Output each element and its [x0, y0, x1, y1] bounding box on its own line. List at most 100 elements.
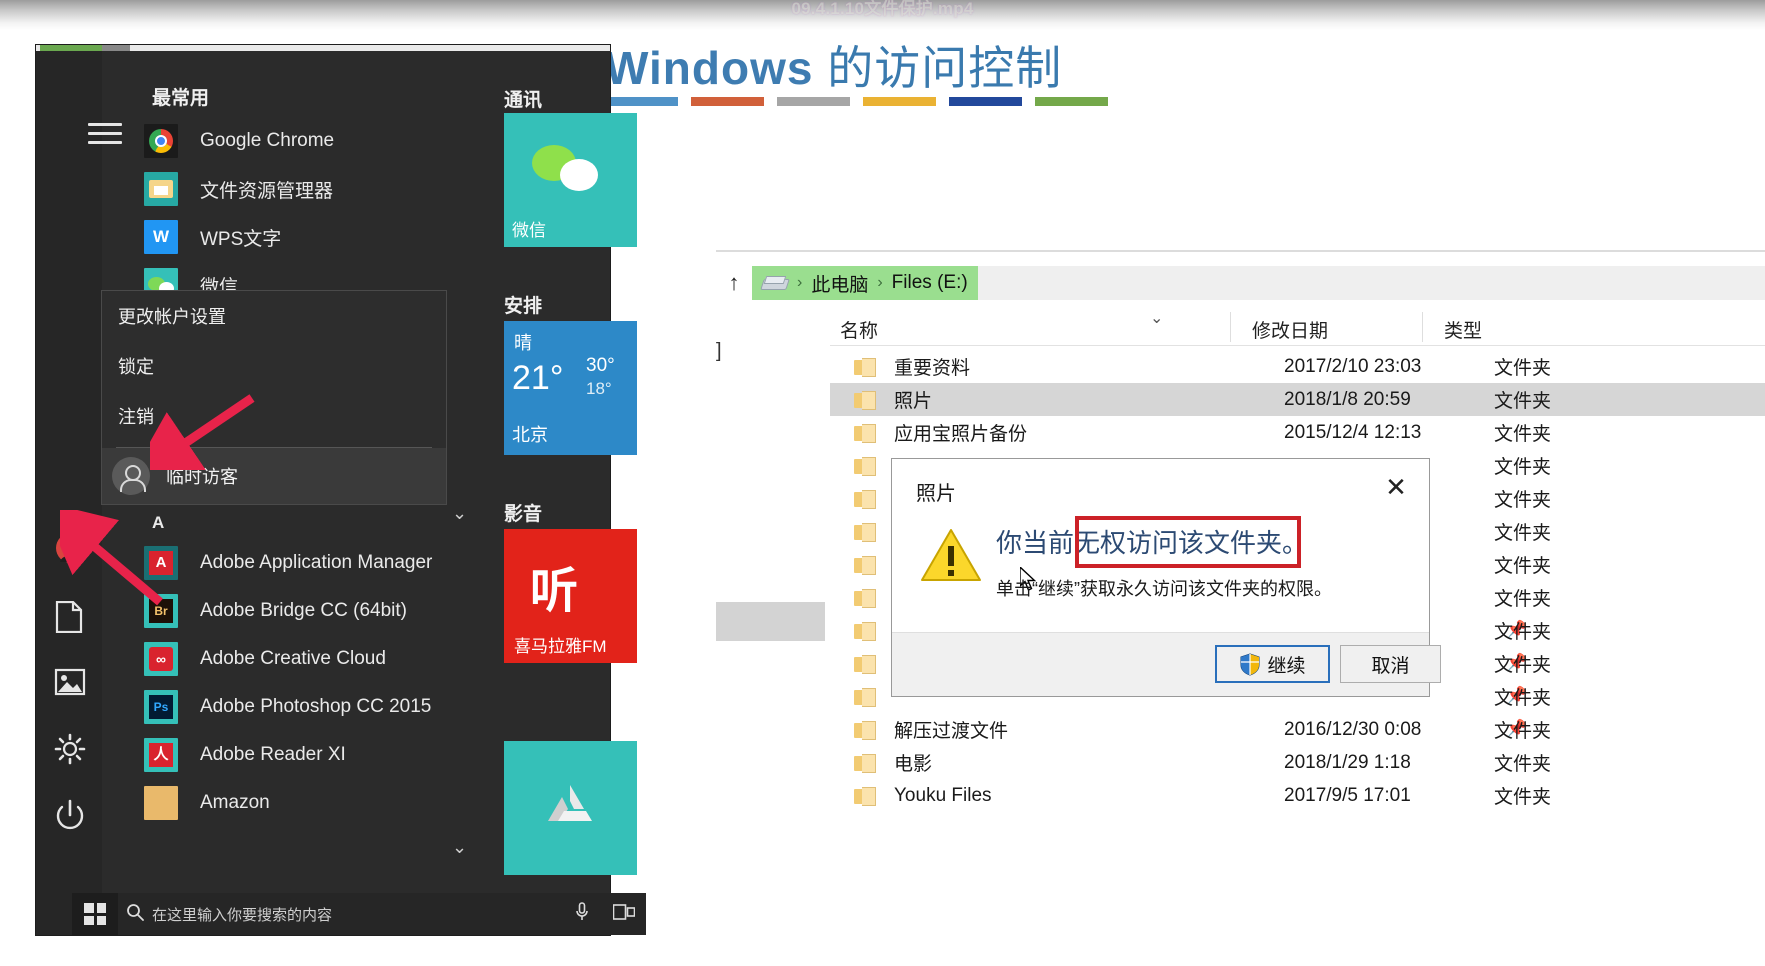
accent-bar-3	[777, 97, 850, 106]
file-name: 电影	[894, 754, 933, 775]
app-list-item-label: Adobe Bridge CC (64bit)	[200, 600, 407, 621]
file-type: 文件夹	[1494, 655, 1552, 676]
table-row[interactable]: Youku Files 2017/9/5 17:01 文件夹	[830, 779, 1765, 812]
column-header-name[interactable]: 名称	[840, 316, 878, 343]
file-name: 应用宝照片备份	[894, 424, 1028, 445]
red-highlight-box	[1075, 516, 1302, 568]
weather-high: 30°	[586, 355, 615, 376]
file-date: 2018/1/8 20:59	[1284, 388, 1411, 410]
folder-icon	[854, 357, 876, 377]
breadcrumb-item-pc[interactable]: 此电脑	[811, 270, 868, 297]
header-divider	[1230, 312, 1231, 342]
column-header-date[interactable]: 修改日期	[1252, 316, 1328, 343]
menu-item-lock[interactable]: 锁定	[102, 341, 446, 391]
chevron-down-icon[interactable]: ⌄	[452, 837, 467, 858]
most-used-item-label: Google Chrome	[200, 130, 335, 151]
file-type: 文件夹	[1494, 424, 1552, 445]
breadcrumb[interactable]: › 此电脑 › Files (E:)	[752, 266, 978, 300]
microphone-icon[interactable]	[562, 902, 602, 926]
cancel-button-label: 取消	[1371, 655, 1410, 677]
address-bar-empty[interactable]	[977, 266, 1765, 300]
file-type: 文件夹	[1494, 688, 1552, 709]
most-used-item-label: WPS文字	[200, 228, 282, 250]
table-row[interactable]: 应用宝照片备份 2015/12/4 12:13 文件夹	[830, 416, 1765, 449]
uac-shield-icon	[1239, 652, 1261, 676]
menu-item-change-account-settings[interactable]: 更改帐户设置	[102, 291, 446, 341]
wps-icon: W	[144, 220, 178, 254]
app-list-item-label: Adobe Application Manager	[200, 552, 433, 573]
folder-icon	[854, 555, 876, 575]
accent-bar-5	[949, 97, 1022, 106]
column-header-type[interactable]: 类型	[1444, 316, 1482, 343]
settings-gear-icon[interactable]	[54, 733, 86, 765]
file-type: 文件夹	[1494, 556, 1552, 577]
app-list-item[interactable]: Ps Adobe Photoshop CC 2015	[102, 683, 482, 731]
app-list-item-label: Adobe Creative Cloud	[200, 648, 386, 669]
tile-weather[interactable]: 晴 21° 30° 18° 北京	[504, 321, 637, 455]
avatar	[112, 457, 150, 495]
most-used-item[interactable]: Google Chrome	[102, 117, 482, 165]
tile-wechat[interactable]: 微信	[504, 113, 637, 247]
table-row[interactable]: 电影 2018/1/29 1:18 文件夹	[830, 746, 1765, 779]
app-list-item[interactable]: Amazon	[102, 779, 482, 827]
app-list-item[interactable]: 人 Adobe Reader XI	[102, 731, 482, 779]
warning-triangle-icon	[920, 527, 982, 583]
tile-ximalaya[interactable]: 听 喜马拉雅FM	[504, 529, 637, 663]
most-used-item[interactable]: W WPS文字	[102, 213, 482, 261]
header-divider	[1422, 312, 1423, 342]
most-used-list[interactable]: Google Chrome 文件资源管理器 W WPS文字 微信	[102, 117, 482, 309]
accent-bar-4	[863, 97, 936, 106]
file-name: 照片	[894, 391, 933, 412]
file-type: 文件夹	[1494, 391, 1552, 412]
folder-icon	[854, 423, 876, 443]
picture-icon[interactable]	[54, 668, 86, 700]
search-input[interactable]: 在这里输入你要搜索的内容	[152, 904, 332, 925]
breadcrumb-item-drive[interactable]: Files (E:)	[892, 272, 968, 294]
continue-button[interactable]: 继续	[1215, 645, 1330, 683]
app-list-item-label: Amazon	[200, 792, 270, 813]
tile-onedrive[interactable]	[504, 741, 637, 875]
amazon-icon	[144, 786, 178, 820]
file-date: 2017/9/5 17:01	[1284, 784, 1411, 806]
ximalaya-logo: 听	[530, 565, 579, 618]
red-arrow-to-avatar	[60, 510, 163, 606]
dialog-message: 你当前 无权访问该文件夹。	[996, 516, 1308, 568]
folder-icon	[854, 489, 876, 509]
table-row[interactable]: 照片 2018/1/8 20:59 文件夹	[830, 383, 1765, 416]
most-used-item[interactable]: 文件资源管理器	[102, 165, 482, 213]
breadcrumb-separator: ›	[877, 274, 883, 291]
file-type: 文件夹	[1494, 523, 1552, 544]
windows-start-icon[interactable]	[72, 893, 118, 935]
power-icon[interactable]	[54, 799, 86, 831]
chevron-down-icon[interactable]: ⌄	[1150, 308, 1163, 328]
most-used-header: 最常用	[152, 88, 210, 109]
column-headers: ⌄ 名称 修改日期 类型	[830, 310, 1765, 346]
dialog-body: 你当前 无权访问该文件夹。 单击“继续”获取永久访问该文件夹的权限。	[892, 516, 1429, 632]
dialog-message-prefix: 你当前	[996, 528, 1075, 558]
app-list-item-label: Adobe Reader XI	[200, 744, 346, 765]
explorer-divider	[716, 250, 1765, 252]
folder-icon	[854, 588, 876, 608]
up-arrow-icon[interactable]: ↑	[716, 270, 752, 296]
file-name: Youku Files	[894, 784, 992, 806]
app-list-item-label: Adobe Photoshop CC 2015	[200, 696, 432, 717]
screenshot-root: 09.4.1.10文件保护.mp4 Windows 的访问控制 ↑ › 此电脑 …	[0, 0, 1765, 966]
start-menu-tiles: 通讯 微信 安排 晴 21° 30° 18° 北京 影音 听 喜马拉雅FM	[482, 51, 662, 935]
table-row[interactable]: 解压过渡文件 2016/12/30 0:08 文件夹	[830, 713, 1765, 746]
file-date: 2018/1/29 1:18	[1284, 751, 1411, 773]
weather-temp: 21°	[512, 359, 564, 397]
chevron-down-icon[interactable]: ⌄	[452, 503, 467, 524]
close-icon[interactable]: ✕	[1377, 471, 1415, 503]
tile-group-header-communication: 通讯	[504, 90, 543, 111]
file-type: 文件夹	[1494, 787, 1552, 808]
file-type: 文件夹	[1494, 721, 1552, 742]
file-date: 2015/12/4 12:13	[1284, 421, 1422, 443]
taskbar-search[interactable]: 在这里输入你要搜索的内容	[118, 893, 646, 935]
cancel-button[interactable]: 取消	[1340, 645, 1441, 683]
table-row[interactable]: 重要资料 2017/2/10 23:03 文件夹	[830, 350, 1765, 383]
task-view-icon[interactable]	[602, 903, 646, 925]
adobe-photoshop-icon: Ps	[144, 690, 178, 724]
address-bar[interactable]: ↑ › 此电脑 › Files (E:)	[716, 264, 1765, 302]
app-list-item[interactable]: ∞ Adobe Creative Cloud	[102, 635, 482, 683]
red-arrow-to-guest	[150, 394, 255, 470]
